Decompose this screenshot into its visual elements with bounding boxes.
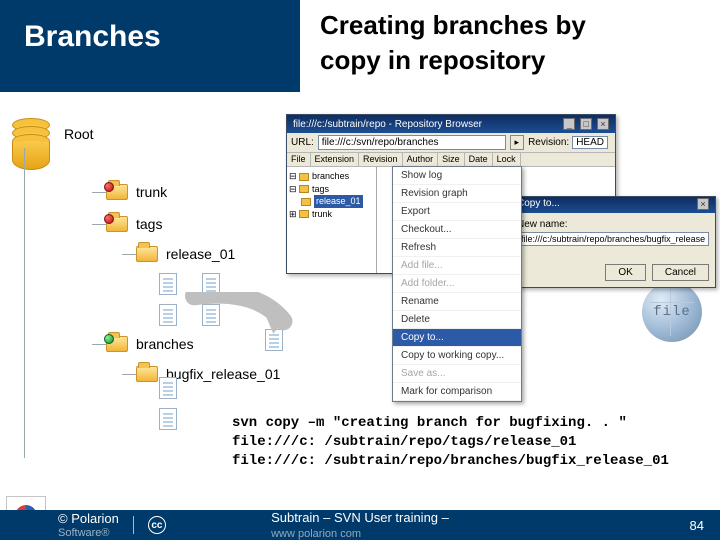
cc-icon: cc [148, 516, 166, 534]
slide-footer: © Polarion Software® cc Subtrain – SVN U… [0, 510, 720, 540]
repo-tree: Root trunk tags release_01 branches bugf… [60, 122, 280, 386]
menu-item[interactable]: Refresh [393, 239, 521, 257]
globe-label: file [653, 304, 691, 320]
menu-item: Add file... [393, 257, 521, 275]
menu-item[interactable]: Revision graph [393, 185, 521, 203]
tree-guide [24, 148, 25, 458]
tree-item[interactable]: trunk [312, 209, 332, 219]
column-headers: File Extension Revision Author Size Date… [287, 153, 615, 167]
vendor: Software® [58, 527, 110, 539]
slide-title: Creating branches by copy in repository [300, 0, 586, 78]
close-icon[interactable]: × [697, 198, 709, 210]
window-titlebar: file:///c:/subtrain/repo - Repository Br… [287, 115, 615, 133]
node-root: Root [64, 126, 94, 142]
page-icon [159, 273, 177, 295]
menu-item[interactable]: Rename [393, 293, 521, 311]
topic-text: Branches [24, 20, 161, 53]
col[interactable]: Lock [493, 153, 521, 166]
folder-icon [136, 246, 158, 262]
maximize-icon[interactable]: □ [580, 118, 592, 130]
menu-item: Save as... [393, 365, 521, 383]
copy-dialog: Copy to... × New name: OK Cancel [510, 196, 716, 288]
close-icon[interactable]: × [597, 118, 609, 130]
url-bar: URL: ▸ Revision: HEAD [287, 133, 615, 153]
page-icon [159, 304, 177, 326]
title-line1: Creating branches by [320, 8, 586, 43]
menu-item[interactable]: Mark for comparison [393, 383, 521, 401]
tree-item[interactable]: tags [312, 184, 329, 194]
revision-value[interactable]: HEAD [572, 136, 608, 149]
context-menu[interactable]: Show log Revision graph Export Checkout.… [392, 166, 522, 402]
copy-arrow-icon [180, 292, 300, 342]
col[interactable]: Size [438, 153, 465, 166]
cmd-line: file:///c: /subtrain/repo/tags/release_0… [232, 434, 576, 450]
training-title: Subtrain – SVN User training – [271, 510, 449, 525]
menu-item[interactable]: Checkout... [393, 221, 521, 239]
menu-item[interactable]: Export [393, 203, 521, 221]
window-title: file:///c:/subtrain/repo - Repository Br… [293, 119, 482, 130]
title-line2: copy in repository [320, 43, 586, 78]
menu-item[interactable]: Delete [393, 311, 521, 329]
go-button[interactable]: ▸ [510, 135, 525, 150]
tree-item-selected[interactable]: release_01 [314, 195, 363, 208]
folder-icon [106, 184, 128, 200]
col[interactable]: Revision [359, 153, 403, 166]
folder-icon [106, 336, 128, 352]
menu-item[interactable]: Copy to working copy... [393, 347, 521, 365]
ok-button[interactable]: OK [605, 264, 645, 281]
url-label: URL: [291, 137, 314, 148]
menu-item[interactable]: Show log [393, 167, 521, 185]
folder-icon [136, 366, 158, 382]
minimize-icon[interactable]: _ [563, 118, 575, 130]
window-buttons[interactable]: _ □ × [561, 118, 609, 130]
database-icon [12, 118, 56, 170]
slide-header: Branches Creating branches by copy in re… [0, 0, 720, 92]
copyright: © Polarion [58, 511, 119, 526]
col[interactable]: File [287, 153, 311, 166]
folder-icon [106, 216, 128, 232]
menu-item-selected[interactable]: Copy to... [393, 329, 521, 347]
menu-item: Add folder... [393, 275, 521, 293]
newname-input[interactable] [517, 232, 709, 246]
node-bugfix: bugfix_release_01 [166, 366, 280, 382]
globe-icon: file [642, 282, 702, 342]
divider [133, 516, 134, 534]
file-pages-group [156, 374, 180, 436]
topic-band: Branches [0, 0, 300, 92]
col[interactable]: Extension [311, 153, 360, 166]
col[interactable]: Author [403, 153, 439, 166]
url-input[interactable] [318, 135, 506, 150]
node-trunk: trunk [136, 184, 167, 200]
cmd-line: file:///c: /subtrain/repo/branches/bugfi… [232, 453, 669, 469]
newname-label: New name: [517, 219, 709, 230]
tree-item[interactable]: branches [312, 171, 349, 181]
node-release: release_01 [166, 246, 235, 262]
revision-label: Revision: [528, 137, 569, 148]
footer-center: Subtrain – SVN User training – www polar… [271, 510, 449, 540]
cancel-button[interactable]: Cancel [652, 264, 709, 281]
browser-tree[interactable]: ⊟ branches ⊟ tags release_01 ⊞ trunk [287, 167, 377, 273]
cmd-line: svn copy –m "creating branch for bugfixi… [232, 415, 627, 431]
svn-command-block: svn copy –m "creating branch for bugfixi… [232, 414, 714, 471]
col[interactable]: Date [465, 153, 493, 166]
site-url: www polarion com [271, 528, 361, 540]
page-number: 84 [690, 518, 704, 533]
node-tags: tags [136, 216, 162, 232]
page-icon [159, 377, 177, 399]
dialog-title: Copy to... [517, 198, 560, 212]
page-icon [159, 408, 177, 430]
